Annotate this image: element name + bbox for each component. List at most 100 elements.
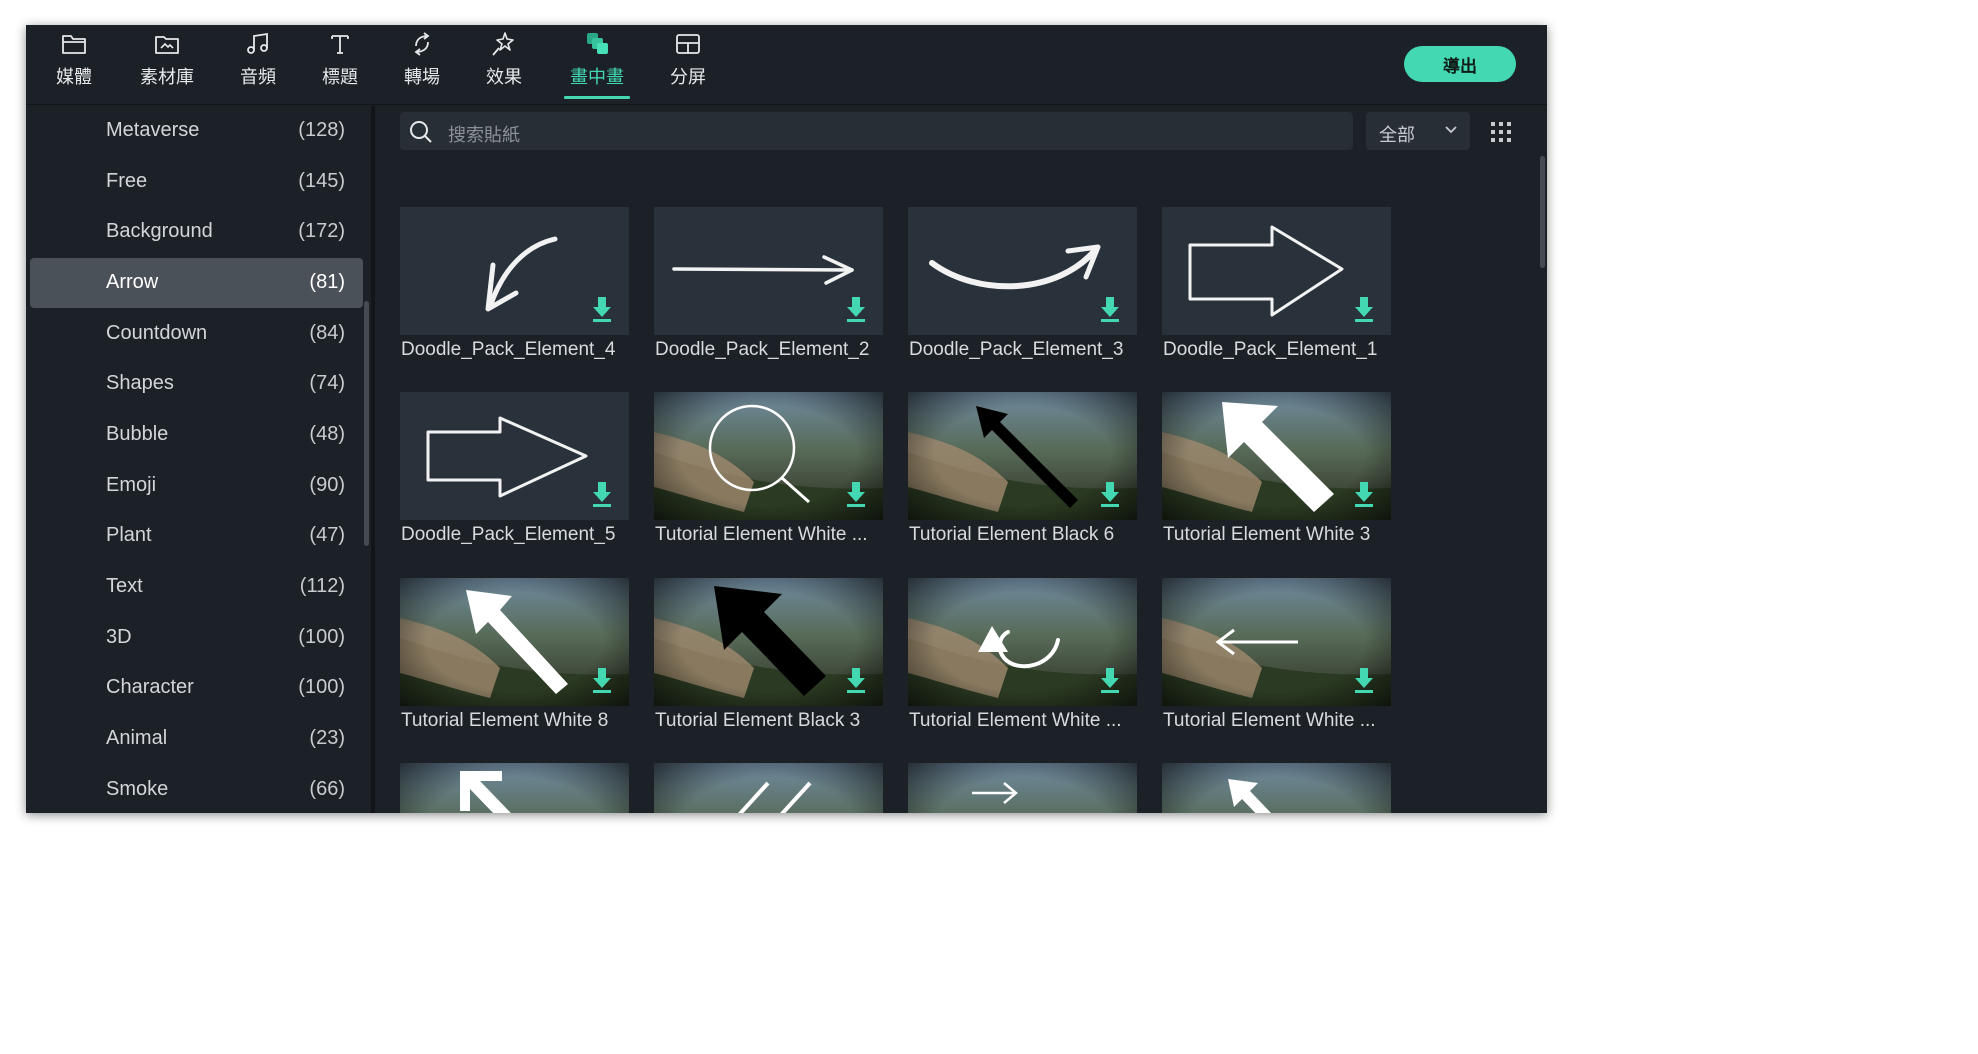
sticker-card[interactable]: Doodle_Pack_Element_1: [1162, 207, 1392, 377]
sticker-card[interactable]: Tutorial Element White ...: [654, 392, 884, 562]
tab-label: 媒體: [56, 67, 92, 88]
tab-picture-in-picture[interactable]: 畫中畫: [564, 25, 630, 103]
tab-split-screen[interactable]: 分屏: [666, 25, 710, 103]
sidebar-item-countdown[interactable]: Countdown (84): [30, 309, 363, 359]
sidebar-item-text[interactable]: Text (112): [30, 562, 363, 612]
download-icon[interactable]: [592, 297, 612, 323]
sticker-card[interactable]: [1162, 763, 1392, 813]
split-screen-icon: [674, 31, 702, 57]
sticker-thumbnail: [654, 763, 883, 813]
tab-titles[interactable]: 標題: [318, 25, 362, 103]
category-count: (112): [299, 575, 345, 597]
sticker-label: Tutorial Element White 3: [1163, 524, 1371, 545]
sticker-card[interactable]: Tutorial Element White 3: [1162, 392, 1392, 562]
category-count: (145): [298, 170, 345, 192]
sticker-card[interactable]: [908, 763, 1138, 813]
sticker-browser: 搜索貼紙 全部 Doodle_Pack_Element_4 Doodle_Pac…: [375, 106, 1547, 813]
sticker-card[interactable]: Tutorial Element White 8: [400, 578, 630, 748]
grid-scrollbar[interactable]: [1540, 156, 1545, 268]
sticker-card[interactable]: Tutorial Element Black 3: [654, 578, 884, 748]
category-name: Animal: [106, 727, 168, 749]
download-icon[interactable]: [846, 668, 866, 694]
category-count: (66): [309, 778, 345, 800]
sidebar-item-free[interactable]: Free (145): [30, 157, 363, 207]
app-window: 媒體 素材庫 音頻 標題 轉場 效果 畫中畫 分屏 導出 Metaverse (…: [26, 25, 1547, 813]
tab-media[interactable]: 媒體: [48, 25, 100, 103]
sticker-label: Doodle_Pack_Element_1: [1163, 339, 1378, 360]
sidebar-item-arrow[interactable]: Arrow (81): [30, 258, 363, 308]
sidebar-item-3d[interactable]: 3D (100): [30, 613, 363, 663]
category-name: Text: [106, 575, 143, 597]
download-icon[interactable]: [1354, 668, 1374, 694]
sidebar-item-smoke[interactable]: Smoke (66): [30, 765, 363, 813]
sticker-card[interactable]: [400, 763, 630, 813]
category-count: (84): [309, 322, 345, 344]
sidebar-item-shapes[interactable]: Shapes (74): [30, 359, 363, 409]
download-icon[interactable]: [592, 668, 612, 694]
sticker-thumbnail: [654, 578, 883, 706]
sticker-card[interactable]: [654, 763, 884, 813]
sticker-thumbnail: [400, 207, 629, 335]
tab-label: 畫中畫: [570, 67, 624, 88]
download-icon[interactable]: [1354, 482, 1374, 508]
category-name: Arrow: [106, 271, 159, 293]
category-count: (172): [298, 220, 345, 242]
category-count: (48): [309, 423, 345, 445]
download-icon[interactable]: [1100, 482, 1120, 508]
sidebar-item-metaverse[interactable]: Metaverse (128): [30, 106, 363, 156]
tab-transitions[interactable]: 轉場: [400, 25, 444, 103]
category-name: Bubble: [106, 423, 169, 445]
grid-view-icon[interactable]: [1489, 120, 1513, 144]
sticker-card[interactable]: Doodle_Pack_Element_4: [400, 207, 630, 377]
sticker-thumbnail: [908, 392, 1137, 520]
sticker-label: Doodle_Pack_Element_5: [401, 524, 616, 545]
sticker-label: Doodle_Pack_Element_3: [909, 339, 1124, 360]
download-icon[interactable]: [1100, 297, 1120, 323]
download-icon[interactable]: [1100, 668, 1120, 694]
sticker-label: Tutorial Element White 8: [401, 710, 609, 731]
sticker-card[interactable]: Doodle_Pack_Element_5: [400, 392, 630, 562]
export-button[interactable]: 導出: [1404, 46, 1516, 82]
sidebar-item-plant[interactable]: Plant (47): [30, 511, 363, 561]
sticker-thumbnail: [400, 763, 629, 813]
sticker-label: Tutorial Element Black 6: [909, 524, 1115, 545]
sticker-thumbnail: [1162, 578, 1391, 706]
sidebar-scrollbar[interactable]: [364, 301, 369, 546]
sidebar-item-character[interactable]: Character (100): [30, 663, 363, 713]
category-name: Free: [106, 170, 148, 192]
sticker-card[interactable]: Tutorial Element Black 6: [908, 392, 1138, 562]
tab-effects[interactable]: 效果: [482, 25, 526, 103]
download-icon[interactable]: [846, 482, 866, 508]
sidebar-item-bubble[interactable]: Bubble (48): [30, 410, 363, 460]
category-name: 3D: [106, 626, 132, 648]
search-placeholder: 搜索貼紙: [448, 125, 520, 146]
tab-label: 標題: [322, 67, 358, 88]
filter-value: 全部: [1379, 125, 1415, 146]
category-count: (100): [298, 676, 345, 698]
sticker-card[interactable]: Doodle_Pack_Element_2: [654, 207, 884, 377]
white-arrow-up-left-icon: [1162, 763, 1391, 813]
tab-stock-library[interactable]: 素材庫: [132, 25, 202, 103]
category-count: (90): [309, 474, 345, 496]
download-icon[interactable]: [846, 297, 866, 323]
sidebar-item-emoji[interactable]: Emoji (90): [30, 461, 363, 511]
text-title-icon: [326, 31, 354, 57]
sticker-card[interactable]: Tutorial Element White ...: [1162, 578, 1392, 748]
download-icon[interactable]: [592, 482, 612, 508]
search-input[interactable]: 搜索貼紙: [400, 112, 1353, 150]
download-icon[interactable]: [1354, 297, 1374, 323]
sticker-card[interactable]: Tutorial Element White ...: [908, 578, 1138, 748]
category-name: Smoke: [106, 778, 169, 800]
filter-dropdown[interactable]: 全部: [1366, 112, 1470, 150]
category-count: (74): [309, 372, 345, 394]
tab-label: 轉場: [404, 67, 440, 88]
sidebar-item-animal[interactable]: Animal (23): [30, 714, 363, 764]
tab-label: 素材庫: [140, 67, 194, 88]
tab-audio[interactable]: 音頻: [236, 25, 280, 103]
category-count: (81): [309, 271, 345, 293]
sticker-label: Tutorial Element White ...: [655, 524, 868, 545]
category-count: (128): [298, 119, 345, 141]
sticker-thumbnail: [908, 207, 1137, 335]
sticker-card[interactable]: Doodle_Pack_Element_3: [908, 207, 1138, 377]
sidebar-item-background[interactable]: Background (172): [30, 207, 363, 257]
